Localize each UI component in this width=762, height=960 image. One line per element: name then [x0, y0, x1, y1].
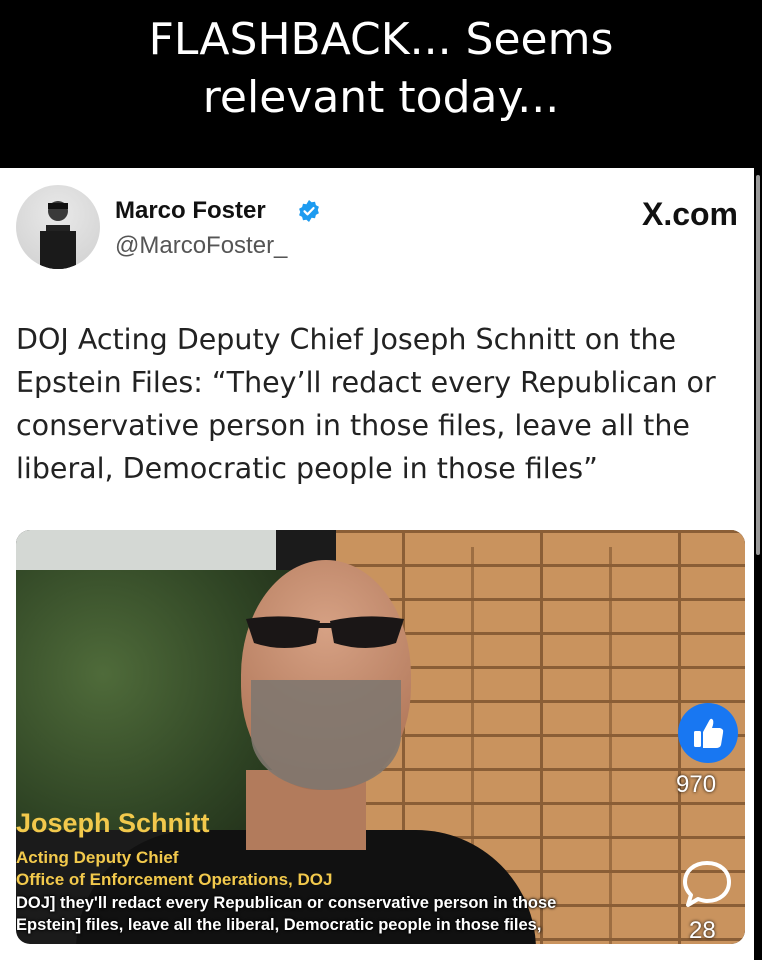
avatar[interactable] — [16, 185, 100, 269]
video-caption-line-2: Epstein] files, leave all the liberal, D… — [16, 916, 542, 934]
verified-badge-icon — [297, 199, 321, 223]
like-count: 970 — [676, 771, 717, 798]
lower-third-office: Office of Enforcement Operations, DOJ — [16, 870, 333, 889]
scrollbar[interactable] — [756, 175, 760, 555]
lower-third-name: Joseph Schnitt — [16, 808, 210, 838]
video-caption-line-1: DOJ] they'll redact every Republican or … — [16, 894, 557, 912]
post-text: DOJ Acting Deputy Chief Joseph Schnitt o… — [16, 323, 716, 485]
author-handle[interactable]: @MarcoFoster_ — [115, 232, 287, 260]
video-subject-sunglasses — [246, 616, 404, 648]
comment-button[interactable] — [680, 858, 734, 912]
comment-count: 28 — [689, 917, 716, 944]
video-player[interactable]: Joseph Schnitt Acting Deputy Chief Offic… — [16, 530, 745, 944]
thumbs-up-icon — [694, 718, 724, 748]
author-name[interactable]: Marco Foster — [115, 197, 266, 225]
flashback-banner: FLASHBACK... Seems relevant today... — [0, 0, 762, 168]
banner-line-1: FLASHBACK... Seems — [148, 14, 614, 65]
video-subject-beard — [251, 680, 401, 790]
x-logo: X.com — [641, 196, 738, 232]
like-button[interactable] — [678, 703, 738, 763]
lower-third-role: Acting Deputy Chief — [16, 848, 179, 867]
comment-bubble-icon — [683, 861, 731, 907]
banner-line-2: relevant today... — [202, 72, 560, 123]
